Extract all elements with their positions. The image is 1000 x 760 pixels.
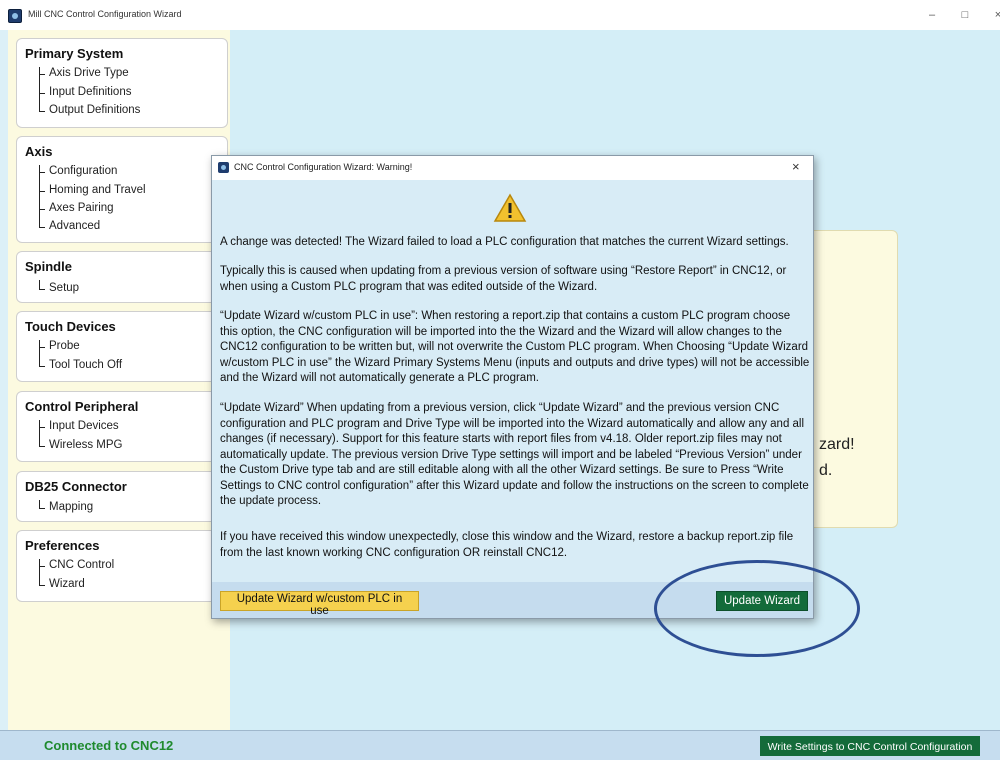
sidebar-item-probe[interactable]: Probe	[49, 340, 80, 352]
dialog-message-2: Typically this is caused when updating f…	[220, 265, 787, 293]
group-spindle: Spindle Setup	[16, 251, 228, 303]
group-primary-system: Primary System Axis Drive Type Input Def…	[16, 38, 228, 128]
sidebar-item-input-devices[interactable]: Input Devices	[49, 420, 119, 432]
sidebar-item-advanced[interactable]: Advanced	[49, 220, 100, 232]
sidebar-item-axis-drive-type[interactable]: Axis Drive Type	[49, 67, 129, 79]
window-title: Mill CNC Control Configuration Wizard	[28, 9, 182, 19]
sidebar-item-wizard[interactable]: Wizard	[49, 578, 85, 590]
sidebar-item-homing-and-travel[interactable]: Homing and Travel	[49, 184, 146, 196]
tree-line	[39, 340, 40, 366]
sidebar: Primary System Axis Drive Type Input Def…	[8, 30, 230, 730]
tree-branch	[39, 191, 45, 192]
title-bar: Mill CNC Control Configuration Wizard – …	[0, 0, 1000, 30]
sidebar-item-mapping[interactable]: Mapping	[49, 501, 93, 513]
tree-branch	[39, 289, 45, 290]
maximize-button[interactable]: □	[955, 6, 975, 24]
group-title-axis[interactable]: Axis	[25, 144, 52, 159]
write-settings-button[interactable]: Write Settings to CNC Control Configurat…	[760, 736, 980, 756]
dialog-title-bar: CNC Control Configuration Wizard: Warnin…	[212, 156, 813, 180]
tree-branch	[39, 508, 45, 509]
tree-branch	[39, 172, 45, 173]
annotation-circle	[654, 560, 860, 657]
group-axis: Axis Configuration Homing and Travel Axe…	[16, 136, 228, 243]
tree-branch	[39, 366, 45, 367]
sidebar-item-wireless-mpg[interactable]: Wireless MPG	[49, 439, 122, 451]
warning-icon	[493, 193, 527, 222]
dialog-close-button[interactable]: ×	[792, 159, 800, 174]
welcome-card-text-1: zard!	[819, 436, 855, 453]
group-title-touch-devices[interactable]: Touch Devices	[25, 319, 116, 334]
sidebar-item-setup[interactable]: Setup	[49, 282, 79, 294]
sidebar-item-input-definitions[interactable]: Input Definitions	[49, 86, 131, 98]
group-control-peripheral: Control Peripheral Input Devices Wireles…	[16, 391, 228, 462]
sidebar-item-tool-touch-off[interactable]: Tool Touch Off	[49, 359, 122, 371]
dialog-message-3: “Update Wizard w/custom PLC in use”: Whe…	[220, 310, 810, 384]
connection-status: Connected to CNC12	[44, 738, 174, 753]
welcome-card: zard! d.	[808, 230, 898, 528]
sidebar-item-cnc-control[interactable]: CNC Control	[49, 559, 114, 571]
group-preferences: Preferences CNC Control Wizard	[16, 530, 228, 602]
tree-branch	[39, 446, 45, 447]
tree-branch	[39, 74, 45, 75]
group-touch-devices: Touch Devices Probe Tool Touch Off	[16, 311, 228, 382]
welcome-card-text-2: d.	[819, 462, 833, 479]
dialog-title: CNC Control Configuration Wizard: Warnin…	[234, 162, 413, 172]
group-title-preferences[interactable]: Preferences	[25, 538, 99, 553]
dialog-message-5: If you have received this window unexpec…	[220, 531, 794, 559]
tree-line	[39, 280, 40, 289]
group-db25-connector: DB25 Connector Mapping	[16, 471, 228, 522]
update-wizard-custom-plc-button[interactable]: Update Wizard w/custom PLC in use	[220, 591, 419, 617]
tree-branch	[39, 427, 45, 428]
warning-dialog: CNC Control Configuration Wizard: Warnin…	[211, 155, 814, 619]
tree-line	[39, 500, 40, 508]
group-title-primary-system[interactable]: Primary System	[25, 46, 123, 61]
sidebar-item-axes-pairing[interactable]: Axes Pairing	[49, 202, 114, 214]
dialog-message-4: “Update Wizard” When updating from a pre…	[220, 402, 809, 507]
minimize-button[interactable]: –	[922, 6, 942, 24]
group-title-spindle[interactable]: Spindle	[25, 259, 72, 274]
tree-branch	[39, 227, 45, 228]
tree-branch	[39, 111, 45, 112]
tree-line	[39, 420, 40, 446]
group-title-control-peripheral[interactable]: Control Peripheral	[25, 399, 138, 414]
tree-line	[39, 559, 40, 585]
app-icon	[8, 9, 22, 23]
tree-branch	[39, 209, 45, 210]
tree-branch	[39, 585, 45, 586]
group-title-db25-connector[interactable]: DB25 Connector	[25, 479, 127, 494]
dialog-app-icon	[218, 162, 229, 173]
tree-branch	[39, 566, 45, 567]
sidebar-item-configuration[interactable]: Configuration	[49, 165, 117, 177]
close-window-button[interactable]: ×	[988, 6, 1000, 24]
tree-branch	[39, 347, 45, 348]
dialog-message-1: A change was detected! The Wizard failed…	[220, 236, 789, 248]
tree-line	[39, 165, 40, 227]
tree-branch	[39, 93, 45, 94]
sidebar-item-output-definitions[interactable]: Output Definitions	[49, 104, 140, 116]
